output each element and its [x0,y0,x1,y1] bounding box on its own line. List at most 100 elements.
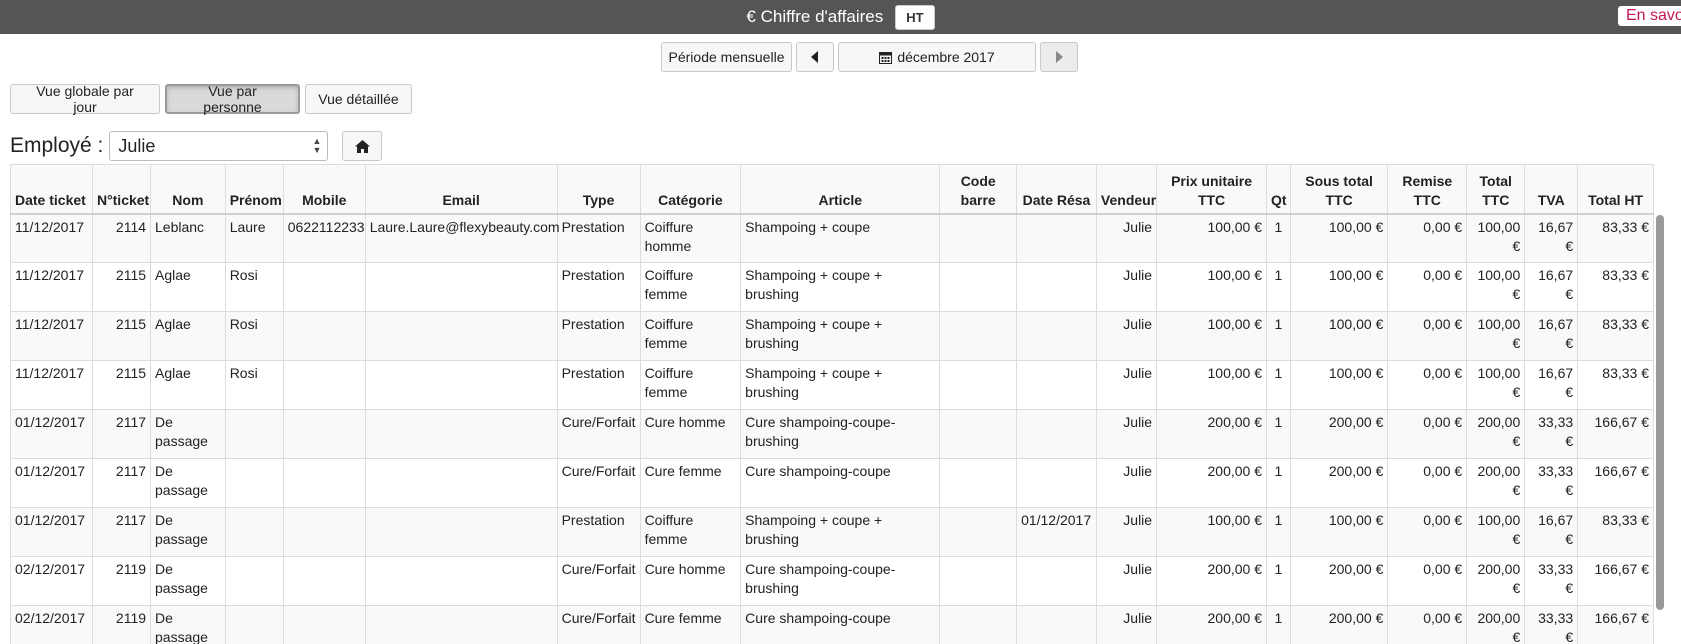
table-cell: 33,33 € [1524,605,1579,644]
table-cell: 2119 [91,556,152,606]
table-cell: Coiffure femme [639,507,742,557]
table-cell: De passage [150,556,226,606]
table-cell: 1 [1266,213,1291,263]
tab-detailed-view[interactable]: Vue détaillée [305,84,412,114]
column-header: Prénom [224,164,284,215]
column-header: Qt [1266,164,1291,215]
table-cell: Cure homme [639,556,742,606]
table-cell: 0,00 € [1387,556,1468,606]
table-cell: Cure shampoing-coupe [740,605,941,644]
previous-month-button[interactable] [796,42,834,72]
table-cell [939,409,1018,459]
table-cell [939,605,1018,644]
table-cell [282,507,366,557]
table-cell: 2115 [91,262,152,312]
tab-person-view[interactable]: Vue par personne [165,83,300,115]
table-cell: Julie [1095,458,1158,508]
employee-label: Employé : [10,134,104,157]
column-header: TVA [1524,164,1579,215]
table-cell: Cure shampoing-coupe-brushing [740,556,941,606]
column-header: Article [740,164,941,215]
table-cell: 2117 [91,458,152,508]
table-cell: Julie [1095,507,1158,557]
table-cell: 1 [1266,262,1291,312]
table-row: 11/12/2017 2115 Aglae Rosi Prestation Coiffur… [10,262,1654,312]
column-header: Remise TTC [1387,164,1468,215]
table-cell: 100,00 € [1466,213,1526,263]
column-header: Date Résa [1016,164,1097,215]
table-row: 11/12/2017 2114 Leblanc Laure 0622112233 Laur… [10,213,1654,263]
table-cell [224,507,284,557]
table-cell: Shampoing + coupe + brushing [740,311,941,361]
table-cell [364,360,558,410]
table-cell: 1 [1266,605,1291,644]
table-cell: 200,00 € [1156,556,1268,606]
table-cell: Rosi [224,311,284,361]
table-cell: 100,00 € [1156,262,1268,312]
table-cell: 100,00 € [1466,311,1526,361]
table-cell: Julie [1095,409,1158,459]
employee-select[interactable]: Julie ▲ ▼ [109,131,329,161]
help-link[interactable]: En savoir plus [1618,6,1681,26]
table-cell: 166,67 € [1577,605,1654,644]
table-cell: Julie [1095,262,1158,312]
ht-toggle-button[interactable]: HT [895,4,935,30]
caret-left-icon [811,51,818,63]
table-cell: Laure.Laure@flexybeauty.com [364,213,560,263]
column-header: Total HT [1577,164,1654,215]
table-cell: Prestation [556,360,641,410]
column-header: Vendeur [1095,164,1158,215]
table-cell: 2115 [91,360,152,410]
table-cell: 1 [1266,311,1291,361]
table-cell: 200,00 € [1289,458,1389,508]
home-button[interactable] [342,131,383,161]
table-cell: Prestation [556,311,641,361]
sales-table-container[interactable]: Date ticket N°ticket Nom Prénom Mobile Email T… [10,164,1668,644]
table-cell: Cure/Forfait [556,458,641,508]
column-header: Prix unitaire TTC [1156,164,1268,215]
tab-global-view[interactable]: Vue globale par jour [10,83,160,115]
table-cell [364,409,558,459]
table-cell: 83,33 € [1577,360,1654,410]
table-scrollbar[interactable] [1656,215,1664,610]
table-cell: 01/12/2017 [10,507,93,557]
period-mode-button[interactable]: Période mensuelle [661,42,792,72]
month-picker-button[interactable]: décembre 2017 [838,42,1036,72]
table-cell: Cure homme [639,409,742,459]
table-cell: Julie [1095,605,1158,644]
table-cell [1016,458,1097,508]
table-body: 11/12/2017 2114 Leblanc Laure 0622112233 Laur… [10,213,1654,644]
table-cell: 16,67 € [1524,262,1579,312]
table-cell: Prestation [556,507,641,557]
table-cell: 100,00 € [1289,360,1389,410]
table-row: 02/12/2017 2119 De passage Cure/Forfait Cure… [10,556,1654,606]
select-arrows-icon: ▲ ▼ [312,136,322,155]
table-cell [282,360,366,410]
table-cell [939,262,1018,312]
table-cell: 1 [1266,409,1291,459]
column-header: N°ticket [91,164,152,215]
table-cell [224,409,284,459]
table-cell: 11/12/2017 [10,213,93,263]
table-cell [1016,311,1097,361]
column-header: Date ticket [10,164,93,215]
table-cell: 100,00 € [1156,360,1268,410]
page-title: € Chiffre d'affaires HT [746,4,935,30]
table-cell: De passage [150,605,226,644]
view-tabs: Vue globale par jour Vue par personne Vu… [10,83,412,115]
column-header: Sous total TTC [1289,164,1389,215]
table-cell: 100,00 € [1156,213,1268,263]
next-month-button[interactable] [1040,42,1078,72]
table-cell [939,213,1018,263]
table-cell: 2115 [91,311,152,361]
employee-selected-value: Julie [118,135,156,156]
table-cell: 1 [1266,360,1291,410]
table-cell: Cure shampoing-coupe [740,458,941,508]
table-cell: Shampoing + coupe [740,213,941,263]
page-title-text: € Chiffre d'affaires [746,7,884,26]
table-cell: Laure [224,213,284,263]
table-cell [282,311,366,361]
table-cell: 200,00 € [1466,605,1526,644]
table-cell: Cure shampoing-coupe-brushing [740,409,941,459]
table-cell: 100,00 € [1466,360,1526,410]
